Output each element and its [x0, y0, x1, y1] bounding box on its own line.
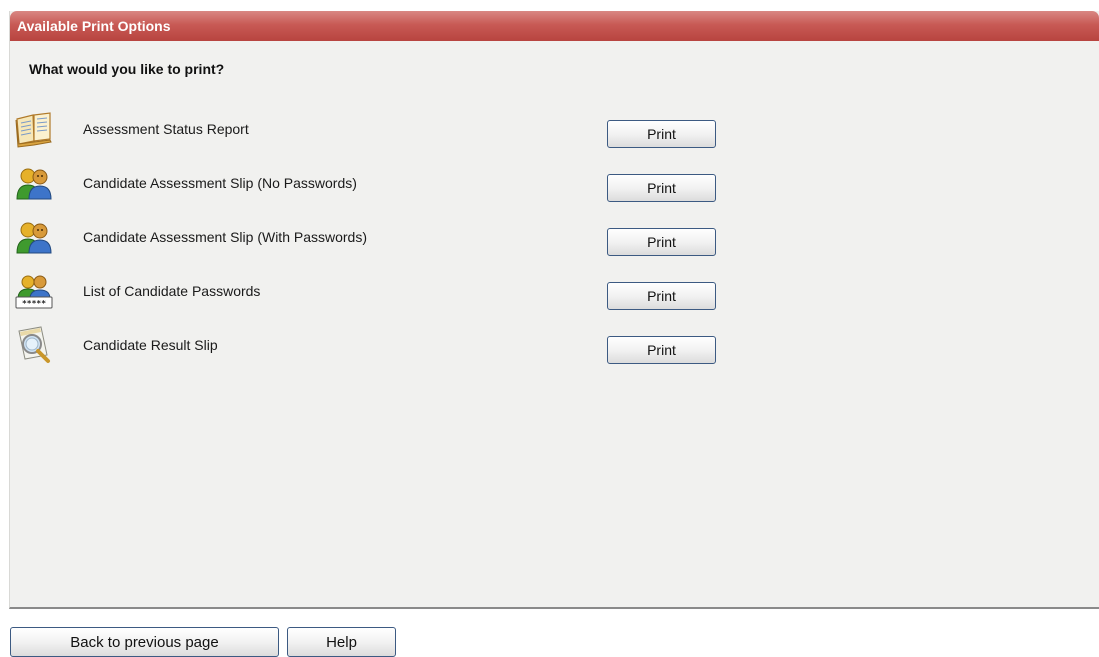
print-button-candidate-result-slip[interactable]: Print: [607, 336, 716, 364]
print-options-panel: Available Print Options What would you l…: [9, 11, 1099, 609]
option-label: Assessment Status Report: [83, 121, 249, 137]
candidates-icon: [16, 222, 52, 254]
print-button-assessment-slip-with-passwords[interactable]: Print: [607, 228, 716, 256]
option-row-assessment-status-report: Assessment Status Report Print: [10, 109, 1099, 163]
password-mask-text: *****: [22, 299, 46, 308]
print-button-assessment-slip-no-passwords[interactable]: Print: [607, 174, 716, 202]
report-book-icon: [15, 112, 52, 148]
candidates-icon: [16, 168, 52, 200]
candidate-passwords-icon: *****: [15, 275, 53, 309]
option-label: List of Candidate Passwords: [83, 283, 261, 299]
option-label: Candidate Assessment Slip (With Password…: [83, 229, 367, 245]
print-button-assessment-status-report[interactable]: Print: [607, 120, 716, 148]
option-label: Candidate Result Slip: [83, 337, 218, 353]
option-row-candidate-passwords: ***** List of Candidate Passwords Print: [10, 271, 1099, 325]
option-row-assessment-slip-no-passwords: Candidate Assessment Slip (No Passwords)…: [10, 163, 1099, 217]
print-options-list: Assessment Status Report Print Candidate…: [10, 109, 1099, 379]
option-row-assessment-slip-with-passwords: Candidate Assessment Slip (With Password…: [10, 217, 1099, 271]
option-row-candidate-result-slip: Candidate Result Slip Print: [10, 325, 1099, 379]
magnifier-document-icon: [18, 326, 50, 363]
help-button[interactable]: Help: [287, 627, 396, 657]
print-question: What would you like to print?: [29, 61, 225, 77]
panel-title: Available Print Options: [10, 11, 1099, 41]
print-button-candidate-passwords[interactable]: Print: [607, 282, 716, 310]
back-button[interactable]: Back to previous page: [10, 627, 279, 657]
option-label: Candidate Assessment Slip (No Passwords): [83, 175, 357, 191]
